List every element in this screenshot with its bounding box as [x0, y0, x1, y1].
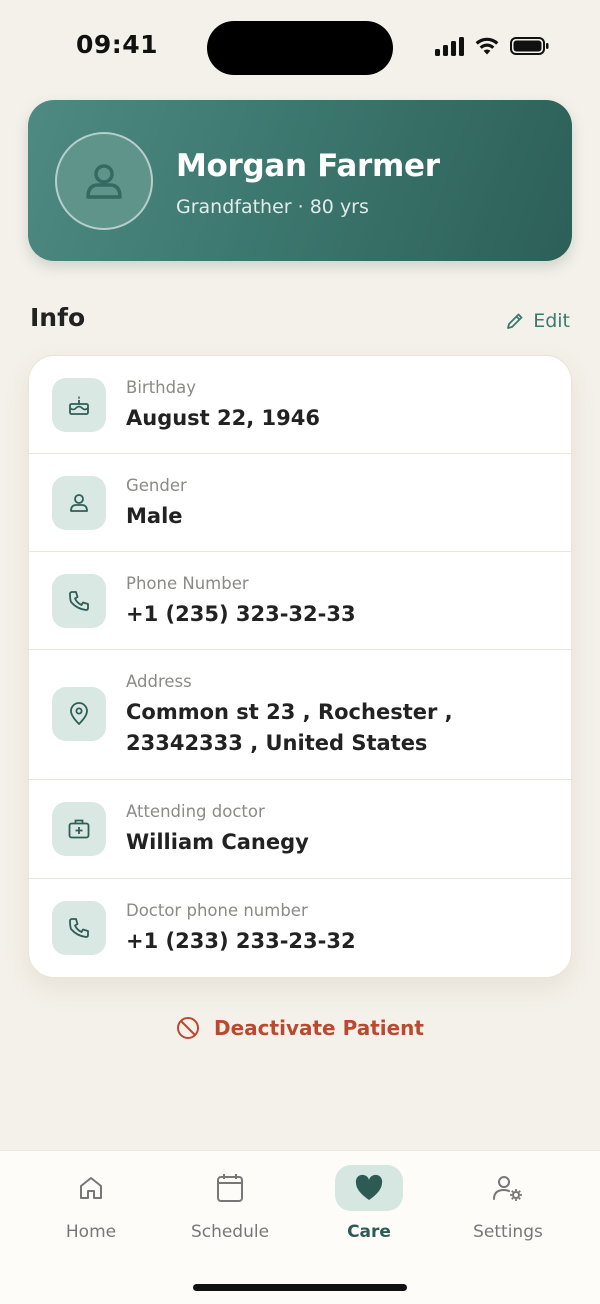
deactivate-patient-button[interactable]: Deactivate Patient	[0, 1016, 600, 1040]
info-list: Birthday August 22, 1946 Gender Male Pho…	[28, 355, 572, 978]
tab-label: Settings	[473, 1222, 543, 1242]
info-value: William Canegy	[126, 830, 309, 854]
tab-label: Home	[65, 1222, 117, 1242]
pencil-icon	[507, 313, 523, 329]
info-value: Male	[126, 504, 183, 528]
cake-icon	[52, 378, 106, 432]
medical-kit-icon	[52, 802, 106, 856]
info-row-gender[interactable]: Gender Male	[29, 454, 571, 552]
info-row-address[interactable]: Address Common st 23 , Rochester , 23342…	[29, 650, 571, 780]
info-row-birthday[interactable]: Birthday August 22, 1946	[29, 356, 571, 454]
info-label: Gender	[126, 476, 187, 495]
info-value: +1 (235) 323-32-33	[126, 602, 356, 626]
battery-icon	[510, 37, 549, 55]
info-label: Attending doctor	[126, 802, 265, 821]
status-bar: 09:41	[0, 0, 600, 96]
info-row-phone[interactable]: Phone Number +1 (235) 323-32-33	[29, 552, 571, 650]
status-time: 09:41	[76, 30, 159, 59]
person-placeholder-icon	[86, 164, 122, 199]
patient-name: Morgan Farmer	[176, 148, 440, 184]
edit-button[interactable]: Edit	[505, 310, 570, 332]
status-icons	[435, 36, 550, 56]
avatar[interactable]	[55, 132, 153, 230]
edit-button-label: Edit	[533, 310, 570, 332]
info-label: Phone Number	[126, 574, 249, 593]
tab-icon-container	[57, 1165, 125, 1211]
phone-icon	[52, 574, 106, 628]
home-indicator[interactable]	[193, 1284, 407, 1291]
heart-icon	[355, 1174, 383, 1200]
info-row-attending-doctor[interactable]: Attending doctor William Canegy	[29, 780, 571, 879]
tab-icon-container	[474, 1165, 542, 1211]
info-label: Address	[126, 672, 192, 691]
patient-relation-age: Grandfather · 80 yrs	[176, 196, 369, 218]
tab-label: Schedule	[190, 1222, 270, 1242]
wifi-icon	[475, 37, 499, 55]
patient-header-card: Morgan Farmer Grandfather · 80 yrs	[28, 100, 572, 261]
cellular-signal-icon	[435, 36, 464, 56]
home-icon	[80, 1177, 102, 1199]
tab-icon-container	[335, 1165, 403, 1211]
patient-profile-screen: 09:41 Morgan Farmer Grandfather · 80 yrs…	[0, 0, 600, 1304]
info-value: Common st 23 , Rochester , 23342333 , Un…	[126, 700, 453, 755]
location-pin-icon	[52, 687, 106, 741]
dynamic-island	[207, 21, 393, 75]
section-title: Info	[30, 303, 86, 332]
tab-icon-container	[196, 1165, 264, 1211]
tab-label: Care	[347, 1222, 391, 1242]
info-row-doctor-phone[interactable]: Doctor phone number +1 (233) 233-23-32	[29, 879, 571, 975]
info-label: Doctor phone number	[126, 901, 308, 920]
user-settings-icon	[493, 1176, 522, 1201]
tab-care[interactable]: Care	[314, 1165, 424, 1255]
block-icon	[177, 1017, 200, 1039]
info-value: +1 (233) 233-23-32	[126, 929, 356, 953]
tab-home[interactable]: Home	[36, 1165, 146, 1255]
deactivate-label: Deactivate Patient	[214, 1016, 424, 1040]
tab-settings[interactable]: Settings	[453, 1165, 563, 1255]
person-icon	[52, 476, 106, 530]
phone-icon	[52, 901, 106, 955]
info-value: August 22, 1946	[126, 406, 320, 430]
info-label: Birthday	[126, 378, 196, 397]
calendar-icon	[217, 1174, 243, 1202]
tab-bar: Home Schedule Care Settings	[0, 1150, 600, 1304]
tab-schedule[interactable]: Schedule	[175, 1165, 285, 1255]
